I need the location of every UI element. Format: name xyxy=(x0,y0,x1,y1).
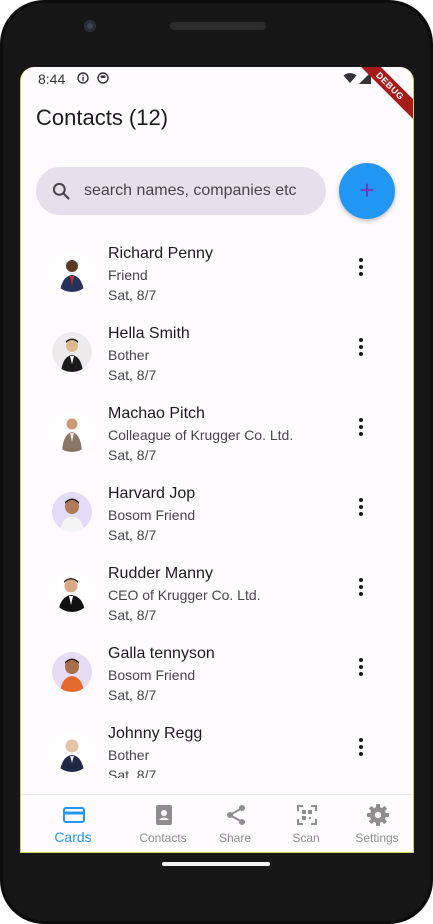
contact-relation: Bosom Friend xyxy=(108,667,196,683)
gear-icon xyxy=(367,804,389,826)
list-item[interactable]: Johnny Regg Bother Sat, 8/7 xyxy=(21,715,413,778)
search-bar[interactable] xyxy=(36,167,326,215)
avatar xyxy=(52,332,92,372)
nav-settings[interactable]: Settings xyxy=(338,795,413,852)
contact-date: Sat, 8/7 xyxy=(108,527,157,543)
avatar xyxy=(52,732,92,772)
contact-date: Sat, 8/7 xyxy=(108,607,157,623)
nav-contacts[interactable]: Contacts xyxy=(124,795,202,852)
contact-relation: CEO of Krugger Co. Ltd. xyxy=(108,587,261,603)
contact-relation: Bother xyxy=(108,747,150,763)
contact-relation: Bosom Friend xyxy=(108,507,196,523)
earpiece-speaker xyxy=(170,22,266,30)
more-options-icon[interactable] xyxy=(353,735,369,765)
contact-date: Sat, 8/7 xyxy=(108,767,157,778)
contact-date: Sat, 8/7 xyxy=(108,447,157,463)
wifi-icon xyxy=(343,73,357,83)
notification-app-icon xyxy=(97,72,109,84)
list-item[interactable]: Richard Penny Friend Sat, 8/7 xyxy=(21,235,413,315)
list-item[interactable]: Rudder Manny CEO of Krugger Co. Ltd. Sat… xyxy=(21,555,413,635)
add-contact-button[interactable]: + xyxy=(339,163,395,219)
contact-name: Johnny Regg xyxy=(108,725,203,742)
avatar xyxy=(52,492,92,532)
nav-label: Contacts xyxy=(139,831,187,845)
info-icon xyxy=(77,72,89,84)
nav-scan[interactable]: Scan xyxy=(267,795,345,852)
contact-date: Sat, 8/7 xyxy=(108,687,157,703)
list-item[interactable]: Harvard Jop Bosom Friend Sat, 8/7 xyxy=(21,475,413,555)
home-indicator[interactable] xyxy=(162,862,270,866)
card-icon xyxy=(63,807,85,823)
contact-relation: Bother xyxy=(108,347,150,363)
bottom-navigation: Cards Contacts Share Scan Settings xyxy=(21,794,413,852)
list-item[interactable]: Machao Pitch Colleague of Krugger Co. Lt… xyxy=(21,395,413,475)
nav-label: Scan xyxy=(292,831,320,845)
app-screen: 8:44 DEBUG Contacts (12) + xyxy=(20,67,414,853)
contact-date: Sat, 8/7 xyxy=(108,367,157,383)
contact-name: Harvard Jop xyxy=(108,485,196,502)
contact-name: Richard Penny xyxy=(108,245,213,262)
nav-label: Cards xyxy=(54,829,92,845)
more-options-icon[interactable] xyxy=(353,415,369,445)
contact-name: Rudder Manny xyxy=(108,565,213,582)
nav-cards[interactable]: Cards xyxy=(34,795,112,852)
search-input[interactable] xyxy=(84,167,320,215)
avatar xyxy=(52,412,92,452)
search-icon xyxy=(52,182,70,200)
contact-name: Galla tennyson xyxy=(108,645,215,662)
front-camera xyxy=(84,20,96,32)
more-options-icon[interactable] xyxy=(353,495,369,525)
share-icon xyxy=(227,805,245,825)
contacts-icon xyxy=(156,805,172,825)
avatar xyxy=(52,252,92,292)
status-time: 8:44 xyxy=(38,71,66,87)
avatar xyxy=(52,652,92,692)
contacts-list[interactable]: Richard Penny Friend Sat, 8/7 Hella Smit… xyxy=(21,235,413,778)
more-options-icon[interactable] xyxy=(353,335,369,365)
contact-relation: Friend xyxy=(108,267,148,283)
qr-scan-icon xyxy=(297,805,317,825)
contact-relation: Colleague of Krugger Co. Ltd. xyxy=(108,427,294,443)
contact-date: Sat, 8/7 xyxy=(108,287,157,303)
more-options-icon[interactable] xyxy=(353,655,369,685)
list-item[interactable]: Hella Smith Bother Sat, 8/7 xyxy=(21,315,413,395)
status-bar: 8:44 xyxy=(21,67,413,91)
phone-frame: 8:44 DEBUG Contacts (12) + xyxy=(0,0,433,924)
contact-name: Hella Smith xyxy=(108,325,190,342)
plus-icon: + xyxy=(359,175,375,205)
nav-label: Settings xyxy=(355,831,399,845)
more-options-icon[interactable] xyxy=(353,255,369,285)
list-item[interactable]: Galla tennyson Bosom Friend Sat, 8/7 xyxy=(21,635,413,715)
avatar xyxy=(52,572,92,612)
more-options-icon[interactable] xyxy=(353,575,369,605)
nav-label: Share xyxy=(218,831,252,845)
nav-share[interactable]: Share xyxy=(196,795,274,852)
contact-name: Machao Pitch xyxy=(108,405,205,422)
page-title: Contacts (12) xyxy=(36,105,169,130)
